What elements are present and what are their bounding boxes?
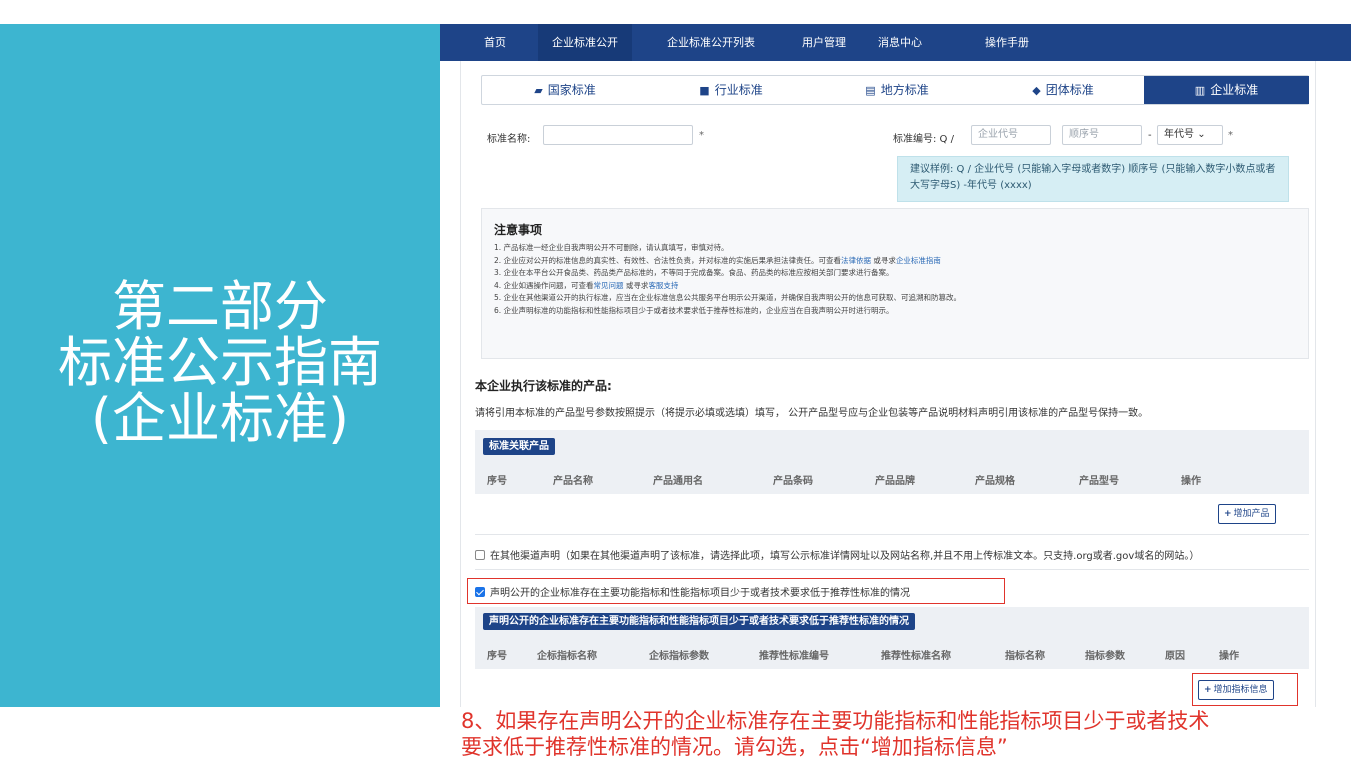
column-header: 推荐性标准编号 [759,651,829,662]
section-title-line3: (企业标准) [90,387,350,450]
code-separator: - [1148,130,1152,141]
highlight-box [467,578,1005,604]
column-header: 产品条码 [773,476,813,487]
required-mark: * [1228,130,1233,141]
other-channel-label: 在其他渠道声明（如果在其他渠道声明了该标准，请选择此项，填写公示标准详情网址以及… [490,551,1200,562]
column-header: 序号 [487,651,507,662]
bank-icon: ▥ [1194,84,1206,97]
web-screenshot: 首页 企业标准公开 企业标准公开列表 用户管理 消息中心 操作手册 ▰ 国家标准 … [440,24,1351,707]
notice-line: 1. 产品标准一经企业自我声明公开不可删除，请认真填写，审慎对待。 [494,243,729,252]
other-channel-option[interactable]: 在其他渠道声明（如果在其他渠道声明了该标准，请选择此项，填写公示标准详情网址以及… [475,547,1199,562]
required-mark: * [699,130,704,141]
notice-text: 或寻求 [623,280,649,290]
tab-label: 地方标准 [880,83,929,97]
column-header: 指标参数 [1085,651,1125,662]
chevron-down-icon: ⌄ [1197,129,1206,140]
title-panel: 第二部分 标准公示指南 (企业标准) [0,24,440,707]
faq-link[interactable]: 常见问题 [594,281,624,290]
products-table-badge: 标准关联产品 [483,438,555,455]
standard-name-input[interactable] [543,125,693,145]
tab-label: 企业标准 [1210,83,1259,97]
products-table: 标准关联产品 序号 产品名称 产品通用名 产品条码 产品品牌 产品规格 产品型号… [475,430,1309,494]
notice-title: 注意事项 [494,223,543,237]
divider [475,534,1309,535]
instruction-caption: 8、如果存在声明公开的企业标准存在主要功能指标和性能指标项目少于或者技术要求低于… [461,709,1210,759]
nav-standard-publish[interactable]: 企业标准公开 [538,24,632,61]
add-product-label: 增加产品 [1233,509,1270,519]
standard-code-label: 标准编号: Q / [893,134,954,145]
shield-icon: ◆ [1032,84,1041,97]
notice-text: 2. 企业应对公开的标准信息的真实性、有效性、合法性负责，并对标准的实施后果承担… [494,255,842,265]
notice-line: 5. 企业在其他渠道公开的执行标准，应当在企业标准信息公共服务平台明示公开渠道，… [494,293,962,302]
column-header: 产品规格 [975,476,1015,487]
support-link[interactable]: 客服支持 [648,281,678,290]
column-header: 产品名称 [553,476,593,487]
legal-basis-link[interactable]: 法律依据 [841,256,871,265]
column-header: 操作 [1219,651,1239,662]
top-nav-bar: 首页 企业标准公开 企业标准公开列表 用户管理 消息中心 操作手册 [440,24,1351,61]
nav-manual[interactable]: 操作手册 [971,24,1043,61]
document-icon: ▤ [865,84,876,97]
highlight-box [1192,673,1298,706]
book-icon: ▰ [534,84,543,97]
tab-industry[interactable]: ■ 行业标准 [648,76,814,104]
tab-local[interactable]: ▤ 地方标准 [814,76,980,104]
tab-label: 团体标准 [1045,83,1094,97]
code-format-hint: 建议样例: Q / 企业代号 (只能输入字母或者数字) 顺序号 (只能输入数字小… [897,156,1289,202]
notice-line: 6. 企业声明标准的功能指标和性能指标项目少于或者技术要求低于推荐性标准的，企业… [494,305,894,315]
nav-standard-list[interactable]: 企业标准公开列表 [653,24,769,61]
tab-group[interactable]: ◆ 团体标准 [980,76,1146,104]
briefcase-icon: ■ [699,84,710,97]
year-select-value: 年代号 [1164,129,1194,140]
notice-box: 注意事项 1. 产品标准一经企业自我声明公开不可删除，请认真填写，审慎对待。 2… [481,208,1309,359]
other-channel-checkbox[interactable] [475,550,485,560]
nav-message-center[interactable]: 消息中心 [864,24,936,61]
column-header: 企标指标名称 [537,651,597,662]
sequence-number-input[interactable]: 顺序号 [1062,125,1142,145]
column-header: 产品通用名 [653,476,703,487]
tab-national[interactable]: ▰ 国家标准 [482,76,648,104]
column-header: 序号 [487,476,507,487]
company-code-input[interactable]: 企业代号 [971,125,1051,145]
indicators-table-badge: 声明公开的企业标准存在主要功能指标和性能指标项目少于或者技术要求低于推荐性标准的… [483,613,915,630]
year-select[interactable]: 年代号 ⌄ [1157,125,1223,145]
standard-type-tabs: ▰ 国家标准 ■ 行业标准 ▤ 地方标准 ◆ 团体标准 ▥ 企业标准 [481,75,1309,105]
standard-name-label: 标准名称: [487,134,531,145]
plus-icon: + [1224,509,1232,519]
column-header: 指标名称 [1005,651,1045,662]
divider [475,569,1309,570]
standard-guide-link[interactable]: 企业标准指南 [896,256,941,265]
column-header: 操作 [1181,476,1201,487]
indicators-table: 声明公开的企业标准存在主要功能指标和性能指标项目少于或者技术要求低于推荐性标准的… [475,607,1309,669]
column-header: 推荐性标准名称 [881,651,951,662]
column-header: 企标指标参数 [649,651,709,662]
add-product-button[interactable]: + 增加产品 [1218,504,1276,524]
notice-line: 2. 企业应对公开的标准信息的真实性、有效性、合法性负责，并对标准的实施后果承担… [494,255,1296,268]
products-section-desc: 请将引用本标准的产品型号参数按照提示（将提示必填或选填）填写， 公开产品型号应与… [475,408,1149,419]
section-title: 第二部分 标准公示指南 (企业标准) [0,279,440,447]
tab-label: 国家标准 [547,83,596,97]
column-header: 产品型号 [1079,476,1119,487]
notice-text: 4. 企业如遇操作问题，可查看 [494,280,594,290]
notice-text: 或寻求 [871,255,896,265]
products-section-title: 本企业执行该标准的产品: [475,379,612,393]
section-title-line2: 标准公示指南 [58,331,382,394]
nav-user-management[interactable]: 用户管理 [788,24,860,61]
column-header: 原因 [1165,651,1185,662]
nav-home[interactable]: 首页 [470,24,520,61]
tab-label: 行业标准 [714,83,763,97]
notice-line: 4. 企业如遇操作问题，可查看常见问题 或寻求客服支持 [494,280,1296,293]
section-title-line1: 第二部分 [112,275,328,338]
slide: 第二部分 标准公示指南 (企业标准) 首页 企业标准公开 企业标准公开列表 用户… [0,0,1351,778]
tab-enterprise[interactable]: ▥ 企业标准 [1144,76,1309,104]
form-page: ▰ 国家标准 ■ 行业标准 ▤ 地方标准 ◆ 团体标准 ▥ 企业标准 标准名称: * 标准… [460,61,1316,707]
notice-line: 3. 企业在本平台公开食品类、药品类产品标准的，不等同于完成备案。食品、药品类的… [494,268,894,277]
column-header: 产品品牌 [875,476,915,487]
